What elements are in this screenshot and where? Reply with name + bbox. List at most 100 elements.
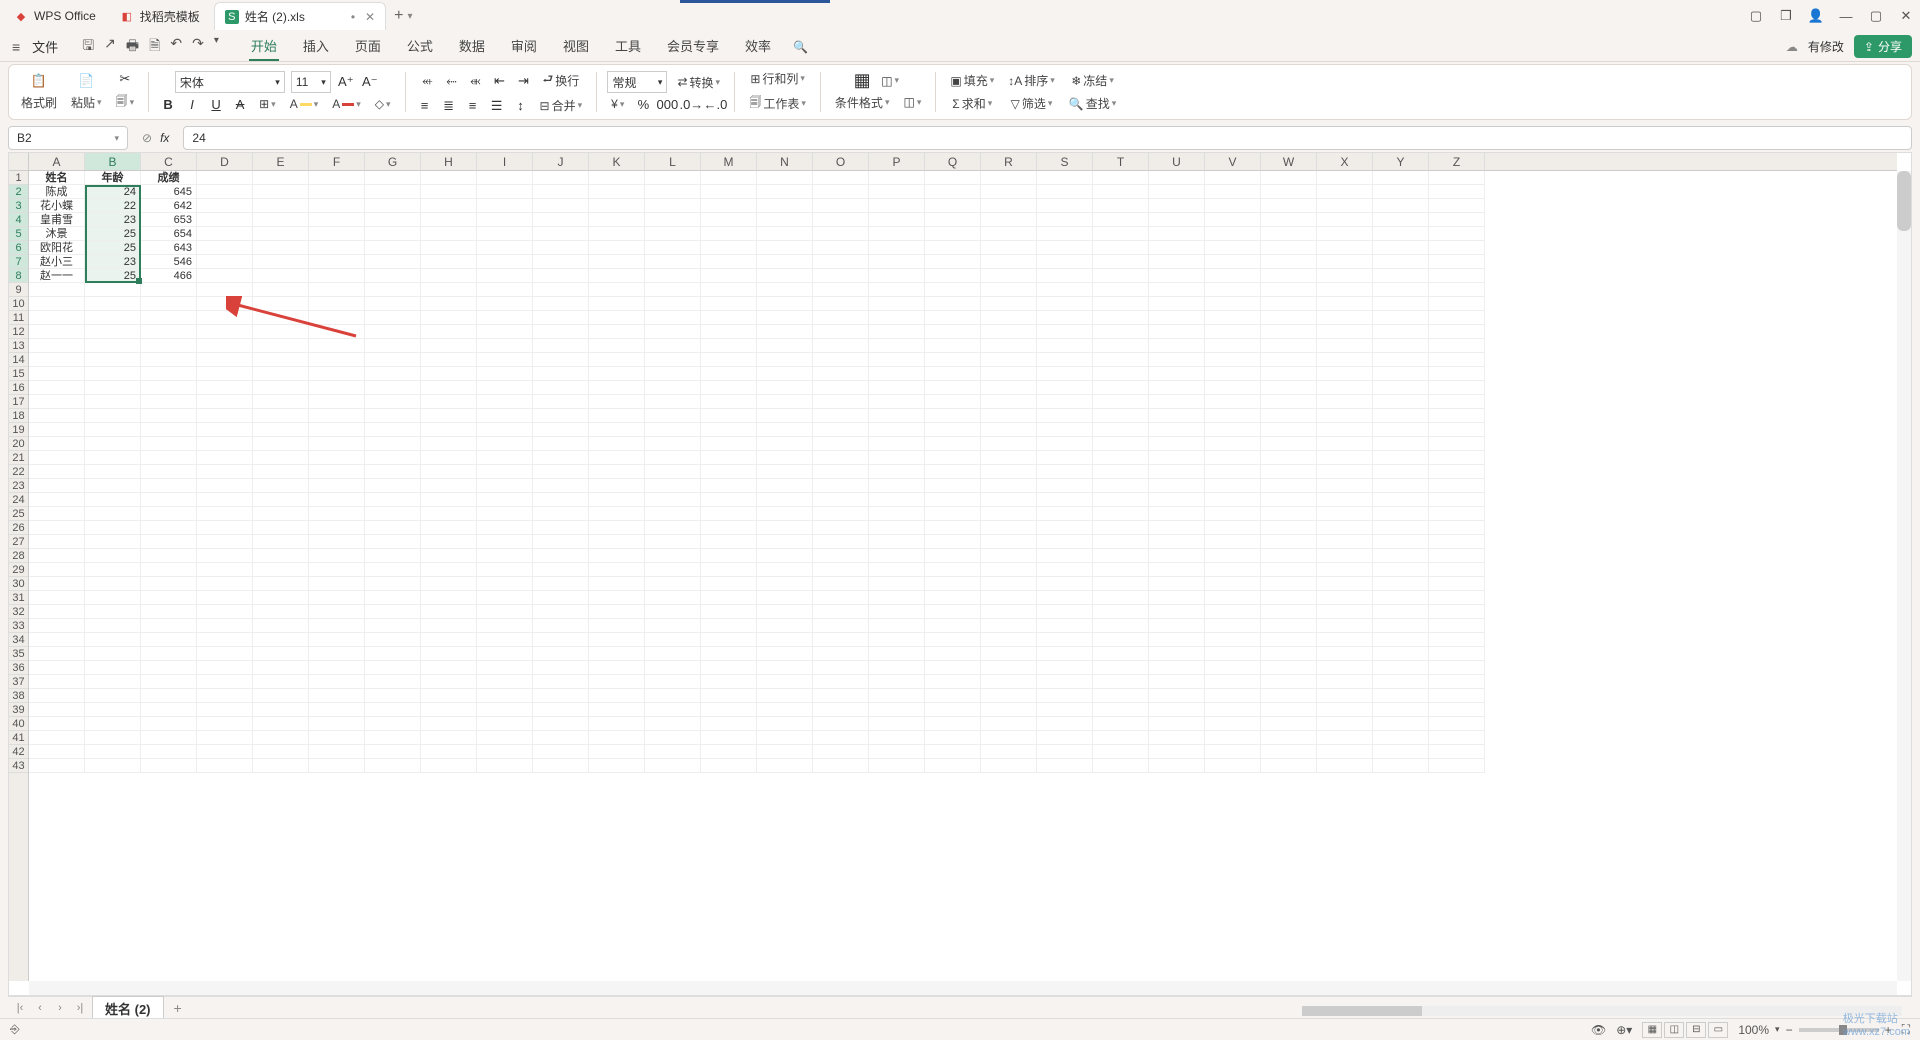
cell-H36[interactable] [421, 661, 477, 675]
cell-M34[interactable] [701, 633, 757, 647]
format-painter-button[interactable]: 格式刷 [17, 92, 61, 113]
cell-Q12[interactable] [925, 325, 981, 339]
cell-N4[interactable] [757, 213, 813, 227]
cell-D7[interactable] [197, 255, 253, 269]
cell-W37[interactable] [1261, 675, 1317, 689]
cell-T14[interactable] [1093, 353, 1149, 367]
cell-P5[interactable] [869, 227, 925, 241]
cell-R16[interactable] [981, 381, 1037, 395]
cell-U39[interactable] [1149, 703, 1205, 717]
cell-J16[interactable] [533, 381, 589, 395]
cell-V11[interactable] [1205, 311, 1261, 325]
cell-N33[interactable] [757, 619, 813, 633]
cell-I22[interactable] [477, 465, 533, 479]
cell-C9[interactable] [141, 283, 197, 297]
cell-W16[interactable] [1261, 381, 1317, 395]
cell-J37[interactable] [533, 675, 589, 689]
cell-C27[interactable] [141, 535, 197, 549]
cell-Y5[interactable] [1373, 227, 1429, 241]
cell-H18[interactable] [421, 409, 477, 423]
window-maximize-icon[interactable]: ▢ [1862, 2, 1890, 30]
cell-J14[interactable] [533, 353, 589, 367]
cell-M39[interactable] [701, 703, 757, 717]
cell-M36[interactable] [701, 661, 757, 675]
cell-A20[interactable] [29, 437, 85, 451]
cell-O14[interactable] [813, 353, 869, 367]
cell-M18[interactable] [701, 409, 757, 423]
cell-Q5[interactable] [925, 227, 981, 241]
cell-B26[interactable] [85, 521, 141, 535]
cell-U12[interactable] [1149, 325, 1205, 339]
cell-X1[interactable] [1317, 171, 1373, 185]
cell-T37[interactable] [1093, 675, 1149, 689]
cell-E23[interactable] [253, 479, 309, 493]
sum-button[interactable]: Σ求和▾ [948, 93, 996, 114]
cell-K25[interactable] [589, 507, 645, 521]
cell-F21[interactable] [309, 451, 365, 465]
cell-D4[interactable] [197, 213, 253, 227]
freeze-button[interactable]: ❄冻结▾ [1067, 70, 1118, 91]
cell-M1[interactable] [701, 171, 757, 185]
cell-V32[interactable] [1205, 605, 1261, 619]
cell-L13[interactable] [645, 339, 701, 353]
cell-R11[interactable] [981, 311, 1037, 325]
cell-J2[interactable] [533, 185, 589, 199]
cell-G17[interactable] [365, 395, 421, 409]
cell-P33[interactable] [869, 619, 925, 633]
cell-V7[interactable] [1205, 255, 1261, 269]
cell-B10[interactable] [85, 297, 141, 311]
cell-W42[interactable] [1261, 745, 1317, 759]
cell-P23[interactable] [869, 479, 925, 493]
cell-O18[interactable] [813, 409, 869, 423]
cell-T24[interactable] [1093, 493, 1149, 507]
cell-Q13[interactable] [925, 339, 981, 353]
cancel-edit-icon[interactable]: ⊘ [142, 131, 152, 145]
zoom-out-icon[interactable]: − [1786, 1023, 1793, 1037]
cell-P27[interactable] [869, 535, 925, 549]
cell-L29[interactable] [645, 563, 701, 577]
cell-W1[interactable] [1261, 171, 1317, 185]
align-left-icon[interactable]: ≡ [416, 97, 434, 115]
cell-M40[interactable] [701, 717, 757, 731]
decrease-font-icon[interactable]: A⁻ [361, 73, 379, 91]
cell-W17[interactable] [1261, 395, 1317, 409]
cell-U8[interactable] [1149, 269, 1205, 283]
cell-S30[interactable] [1037, 577, 1093, 591]
cell-S34[interactable] [1037, 633, 1093, 647]
cell-J40[interactable] [533, 717, 589, 731]
cell-D31[interactable] [197, 591, 253, 605]
cell-O1[interactable] [813, 171, 869, 185]
cell-L7[interactable] [645, 255, 701, 269]
cell-M5[interactable] [701, 227, 757, 241]
cell-I17[interactable] [477, 395, 533, 409]
cell-C16[interactable] [141, 381, 197, 395]
sheet-nav-prev-icon[interactable]: ‹ [32, 1002, 48, 1014]
cell-R24[interactable] [981, 493, 1037, 507]
cell-S32[interactable] [1037, 605, 1093, 619]
cell-I15[interactable] [477, 367, 533, 381]
cell-O23[interactable] [813, 479, 869, 493]
cell-N20[interactable] [757, 437, 813, 451]
cell-W9[interactable] [1261, 283, 1317, 297]
cell-P7[interactable] [869, 255, 925, 269]
cell-F27[interactable] [309, 535, 365, 549]
cell-X15[interactable] [1317, 367, 1373, 381]
cell-Q10[interactable] [925, 297, 981, 311]
cell-J11[interactable] [533, 311, 589, 325]
cell-S21[interactable] [1037, 451, 1093, 465]
cell-style-button[interactable]: ◫▾ [877, 72, 903, 90]
col-header-E[interactable]: E [253, 153, 309, 170]
cell-F30[interactable] [309, 577, 365, 591]
cell-Y13[interactable] [1373, 339, 1429, 353]
cell-M9[interactable] [701, 283, 757, 297]
cell-D35[interactable] [197, 647, 253, 661]
cell-S37[interactable] [1037, 675, 1093, 689]
cell-K27[interactable] [589, 535, 645, 549]
cell-X42[interactable] [1317, 745, 1373, 759]
cell-Y29[interactable] [1373, 563, 1429, 577]
cell-A21[interactable] [29, 451, 85, 465]
row-header-19[interactable]: 19 [9, 423, 28, 437]
cell-D24[interactable] [197, 493, 253, 507]
cell-U21[interactable] [1149, 451, 1205, 465]
cell-B16[interactable] [85, 381, 141, 395]
